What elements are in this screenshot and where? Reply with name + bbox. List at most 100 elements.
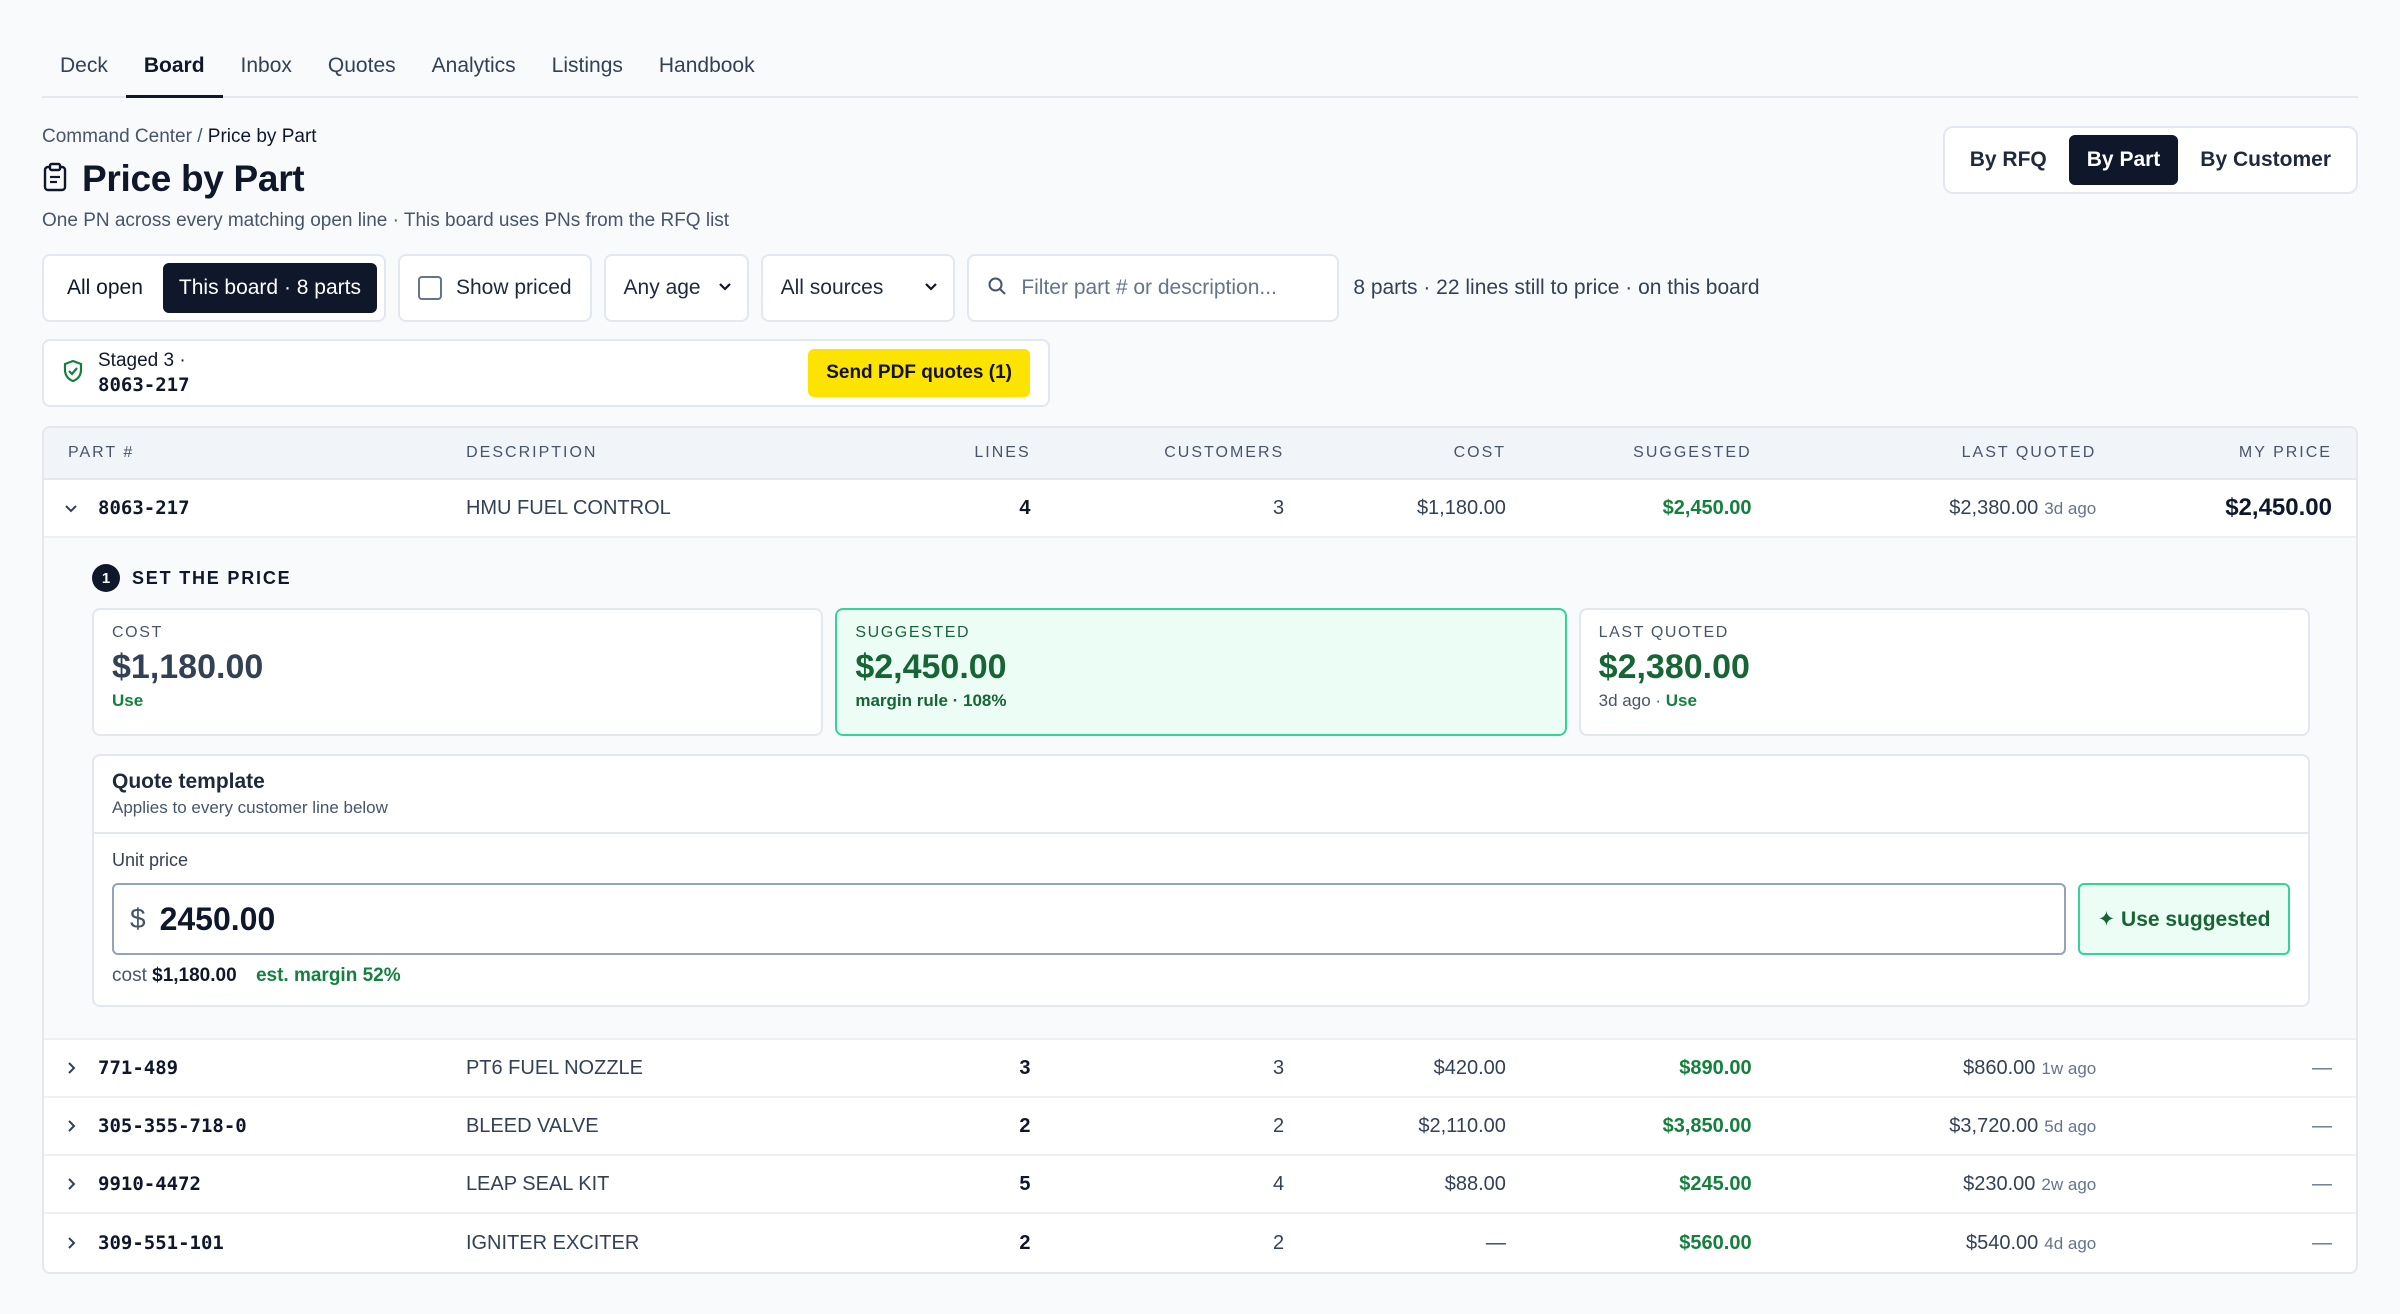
lines-cell: 3 xyxy=(1019,1056,1031,1079)
search-field[interactable] xyxy=(967,254,1340,322)
quote-template-subtitle: Applies to every customer line below xyxy=(112,798,388,817)
unit-price-field[interactable]: $ xyxy=(112,883,2066,955)
chevron-right-icon[interactable] xyxy=(44,1118,98,1134)
table-row[interactable]: 309-551-101 IGNITER EXCITER 2 2 — $560.0… xyxy=(44,1214,2356,1272)
lines-cell: 4 xyxy=(1019,496,1031,519)
col-customers[interactable]: CUSTOMERS xyxy=(1031,444,1285,462)
set-price-heading: 1 SET THE PRICE xyxy=(92,564,2310,592)
clipboard-icon xyxy=(42,162,68,197)
cost-card[interactable]: COST $1,180.00 Use xyxy=(92,608,824,736)
staged-label: Staged 3 · xyxy=(98,350,186,371)
lines-cell: 2 xyxy=(1019,1231,1031,1254)
last-quoted-cell: $860.00 1w ago xyxy=(1752,1057,2096,1080)
part-cell: 305-355-718-0 xyxy=(44,1115,466,1137)
set-price-panel: 1 SET THE PRICE COST $1,180.00 Use SUGGE… xyxy=(44,538,2356,1040)
last-quoted-ago: 4d ago xyxy=(2044,1233,2097,1253)
checkbox-box[interactable] xyxy=(417,276,442,300)
scope-all-open-button[interactable]: All open xyxy=(51,263,159,313)
tab-listings[interactable]: Listings xyxy=(534,38,641,98)
my-price-cell: — xyxy=(2311,1231,2332,1254)
table-row[interactable]: 771-489 PT6 FUEL NOZZLE 3 3 $420.00 $890… xyxy=(44,1040,2356,1098)
quote-template-body: Unit price $ ✦ Use suggested cost $1,180… xyxy=(94,834,2308,1005)
last-quoted-value: $3,720.00 xyxy=(1949,1114,2039,1137)
breadcrumb: Command Center / Price by Part xyxy=(42,126,317,148)
cost-card-value: $1,180.00 xyxy=(112,648,264,686)
chevron-down-icon[interactable] xyxy=(44,500,98,516)
last-quoted-cell: $2,380.00 3d ago xyxy=(1752,496,2096,520)
view-by-rfq-button[interactable]: By RFQ xyxy=(1952,135,2065,185)
search-icon xyxy=(987,276,1007,301)
col-last-quoted[interactable]: LAST QUOTED xyxy=(1752,444,2097,462)
chevron-right-icon[interactable] xyxy=(44,1176,98,1192)
breadcrumb-current: Price by Part xyxy=(207,126,317,147)
unit-price-label: Unit price xyxy=(112,850,189,870)
search-input[interactable] xyxy=(1021,276,1312,300)
page-title: Price by Part xyxy=(82,158,305,199)
last-quoted-card-ago: 3d ago · xyxy=(1598,691,1662,710)
sources-select[interactable]: All sources xyxy=(760,254,956,322)
last-quoted-ago: 2w ago xyxy=(2041,1174,2097,1194)
last-quoted-value: $2,380.00 xyxy=(1949,496,2039,519)
suggested-card-value: $2,450.00 xyxy=(855,648,1007,686)
use-cost-link[interactable]: Use xyxy=(112,691,143,710)
description-cell: HMU FUEL CONTROL xyxy=(465,496,671,519)
cost-cell: $1,180.00 xyxy=(1416,496,1506,519)
staged-text: Staged 3 · 8063-217 xyxy=(98,349,190,397)
col-description[interactable]: DESCRIPTION xyxy=(466,444,862,462)
col-my-price[interactable]: MY PRICE xyxy=(2096,444,2356,462)
suggested-card[interactable]: SUGGESTED $2,450.00 margin rule · 108% xyxy=(835,608,1567,736)
table-row[interactable]: 305-355-718-0 BLEED VALVE 2 2 $2,110.00 … xyxy=(44,1098,2356,1156)
tab-quotes[interactable]: Quotes xyxy=(310,38,414,98)
currency-symbol: $ xyxy=(130,903,146,934)
unit-price-input[interactable] xyxy=(159,900,560,938)
part-cell: 8063-217 xyxy=(44,497,466,519)
lines-cell: 5 xyxy=(1019,1172,1031,1195)
age-select[interactable]: Any age xyxy=(603,254,749,322)
tab-analytics[interactable]: Analytics xyxy=(414,38,534,98)
quote-template-title: Quote template xyxy=(112,770,265,793)
table-row-expanded[interactable]: 8063-217 HMU FUEL CONTROL 4 3 $1,180.00 … xyxy=(44,480,2356,538)
scope-this-board-button[interactable]: This board · 8 parts xyxy=(162,263,377,313)
scope-toggle: All open This board · 8 parts xyxy=(42,254,386,322)
sources-select-value: All sources xyxy=(780,276,884,299)
col-suggested[interactable]: SUGGESTED xyxy=(1506,444,1752,462)
send-pdf-quotes-button[interactable]: Send PDF quotes (1) xyxy=(808,349,1030,397)
description-cell: IGNITER EXCITER xyxy=(465,1231,640,1254)
view-by-customer-button[interactable]: By Customer xyxy=(2182,135,2349,185)
col-part[interactable]: PART # xyxy=(44,444,466,462)
last-quoted-card-value: $2,380.00 xyxy=(1598,648,1750,686)
view-by-part-button[interactable]: By Part xyxy=(2068,135,2179,185)
chevron-right-icon[interactable] xyxy=(44,1235,98,1251)
tab-board[interactable]: Board xyxy=(125,38,223,98)
breadcrumb-parent[interactable]: Command Center xyxy=(42,126,192,147)
tab-handbook[interactable]: Handbook xyxy=(641,38,773,98)
table-row[interactable]: 9910-4472 LEAP SEAL KIT 5 4 $88.00 $245.… xyxy=(44,1156,2356,1214)
chevron-down-icon xyxy=(717,276,733,300)
last-quoted-card[interactable]: LAST QUOTED $2,380.00 3d ago · Use xyxy=(1578,608,2310,736)
staged-bar: Staged 3 · 8063-217 Send PDF quotes (1) xyxy=(42,339,1050,407)
quote-template: Quote template Applies to every customer… xyxy=(92,754,2310,1007)
suggested-cell: $245.00 xyxy=(1679,1172,1752,1195)
col-lines[interactable]: LINES xyxy=(862,444,1030,462)
show-priced-label: Show priced xyxy=(455,276,572,299)
cost-prefix: cost xyxy=(112,965,147,986)
use-suggested-button[interactable]: ✦ Use suggested xyxy=(2078,883,2290,955)
col-cost[interactable]: COST xyxy=(1284,444,1506,462)
show-priced-checkbox[interactable]: Show priced xyxy=(397,254,592,322)
shield-check-icon xyxy=(62,359,84,388)
suggested-cell: $560.00 xyxy=(1679,1231,1752,1254)
cost-margin-line: cost $1,180.00 est. margin 52% xyxy=(112,965,2290,987)
last-quoted-card-label: LAST QUOTED xyxy=(1598,624,1729,641)
breadcrumb-separator: / xyxy=(197,126,203,147)
use-last-quoted-link[interactable]: Use xyxy=(1666,691,1697,710)
chevron-down-icon xyxy=(923,276,939,300)
board-summary: 8 parts · 22 lines still to price · on t… xyxy=(1353,276,1760,299)
last-quoted-cell: $540.00 4d ago xyxy=(1752,1232,2097,1255)
suggested-cell: $3,850.00 xyxy=(1662,1114,1752,1137)
chevron-right-icon[interactable] xyxy=(44,1060,98,1076)
last-quoted-value: $230.00 xyxy=(1963,1172,2036,1195)
my-price-cell: — xyxy=(2311,1114,2332,1137)
suggested-card-note: margin rule · 108% xyxy=(855,691,1007,710)
tab-inbox[interactable]: Inbox xyxy=(223,38,310,98)
tab-deck[interactable]: Deck xyxy=(42,38,126,98)
